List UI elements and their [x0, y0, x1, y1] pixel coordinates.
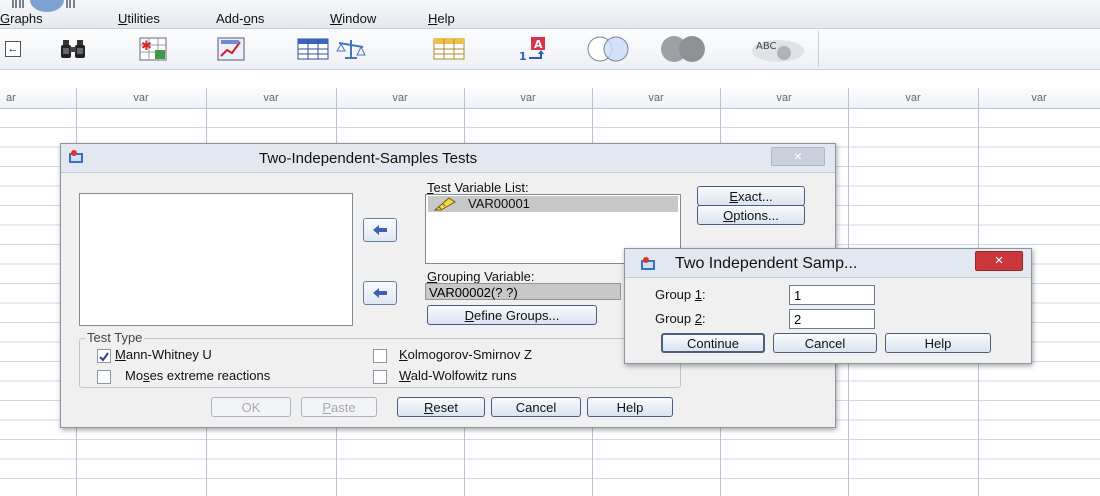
- column-header[interactable]: var: [978, 88, 1100, 108]
- group1-label: Group 1:: [655, 287, 706, 302]
- define-groups-dialog: Two Independent Samp... × Group 1: Group…: [624, 248, 1032, 364]
- dialog-title: Two-Independent-Samples Tests: [259, 150, 478, 167]
- group2-label: Group 2:: [655, 311, 706, 326]
- kolmogorov-smirnov-label: Kolmogorov-Smirnov Z: [399, 347, 532, 362]
- value-labels-icon[interactable]: A1: [516, 34, 550, 64]
- menubar-divider: [15, 0, 17, 8]
- column-header[interactable]: var: [336, 88, 464, 108]
- grouping-variable-label: Grouping Variable:: [427, 269, 535, 284]
- weight-cases-icon[interactable]: [334, 34, 368, 64]
- help-button[interactable]: Help: [885, 333, 991, 353]
- menubar-divider: [12, 0, 14, 8]
- show-all-variables-icon[interactable]: [656, 34, 712, 64]
- move-to-grouping-button[interactable]: [363, 281, 397, 305]
- paste-button[interactable]: Paste: [301, 397, 377, 417]
- menubar-divider: [73, 0, 75, 8]
- toolbar: ← ✱ A1 ABC: [0, 29, 1100, 70]
- spell-check-icon[interactable]: ABC: [748, 34, 808, 64]
- source-variable-list[interactable]: [79, 193, 353, 326]
- split-file-icon[interactable]: [432, 34, 466, 64]
- menubar-divider: [66, 0, 68, 8]
- close-button[interactable]: ×: [975, 251, 1023, 271]
- insert-cases-icon[interactable]: ✱: [136, 34, 170, 64]
- svg-text:✱: ✱: [141, 39, 152, 54]
- svg-text:ABC: ABC: [756, 41, 777, 52]
- use-sets-icon[interactable]: [584, 34, 636, 64]
- cancel-button[interactable]: Cancel: [773, 333, 877, 353]
- options-button[interactable]: Options...: [697, 205, 805, 225]
- svg-text:1: 1: [519, 50, 527, 62]
- menu-graphs[interactable]: Graphs: [0, 11, 43, 26]
- group1-input[interactable]: [789, 285, 875, 305]
- continue-button[interactable]: Continue: [661, 333, 765, 353]
- column-header[interactable]: var: [592, 88, 720, 108]
- menu-help[interactable]: Help: [428, 11, 455, 26]
- kolmogorov-smirnov-checkbox[interactable]: [373, 349, 387, 363]
- mann-whitney-checkbox[interactable]: [97, 349, 111, 363]
- ok-button[interactable]: OK: [211, 397, 291, 417]
- test-variable-item[interactable]: VAR00001: [428, 196, 678, 212]
- wald-wolfowitz-label: Wald-Wolfowitz runs: [399, 368, 517, 383]
- column-header[interactable]: var: [206, 88, 336, 108]
- svg-text:A: A: [534, 38, 543, 51]
- data-grid-icon[interactable]: [296, 34, 330, 64]
- column-header[interactable]: var: [76, 88, 206, 108]
- mann-whitney-label: Mann-Whitney U: [115, 347, 212, 362]
- binoculars-icon[interactable]: [56, 34, 90, 64]
- arrow-left-icon: [373, 225, 387, 235]
- chart-builder-icon[interactable]: [214, 34, 248, 64]
- moses-extreme-label: Moses extreme reactions: [125, 368, 271, 383]
- arrow-left-icon: [373, 288, 387, 298]
- menubar-divider: [69, 0, 71, 8]
- column-header[interactable]: var: [720, 88, 848, 108]
- spss-dialog-icon: [639, 256, 659, 277]
- help-button[interactable]: Help: [587, 397, 673, 417]
- test-type-label: Test Type: [85, 330, 145, 345]
- menubar-divider: [19, 0, 21, 8]
- menu-window[interactable]: Window: [330, 11, 376, 26]
- define-groups-button[interactable]: Define Groups...: [427, 305, 597, 325]
- column-header[interactable]: var: [464, 88, 592, 108]
- spss-dialog-icon: [67, 149, 87, 170]
- reset-button[interactable]: Reset: [397, 397, 485, 417]
- column-header[interactable]: var: [848, 88, 978, 108]
- test-variable-list-label: Test Variable List:: [427, 180, 529, 195]
- cancel-button[interactable]: Cancel: [491, 397, 581, 417]
- go-back-icon[interactable]: ←: [2, 34, 24, 64]
- scale-variable-icon: [434, 197, 456, 211]
- column-header[interactable]: ar: [0, 88, 76, 108]
- moses-extreme-checkbox[interactable]: [97, 370, 111, 384]
- wald-wolfowitz-checkbox[interactable]: [373, 370, 387, 384]
- move-to-test-list-button[interactable]: [363, 218, 397, 242]
- menu-bar: Graphs Utilities Add-ons Window Help: [0, 0, 1100, 29]
- menu-utilities[interactable]: Utilities: [118, 11, 160, 26]
- menubar-divider: [22, 0, 24, 8]
- menu-add-ons[interactable]: Add-ons: [216, 11, 264, 26]
- checkmark-icon: [99, 352, 109, 362]
- group2-input[interactable]: [789, 309, 875, 329]
- close-button[interactable]: ×: [771, 147, 825, 166]
- grouping-variable-field[interactable]: VAR00002(? ?): [425, 283, 621, 300]
- grid-header: ar var var var var var var var var: [0, 88, 1100, 109]
- exact-button[interactable]: Exact...: [697, 186, 805, 206]
- toolbar-separator: [818, 31, 819, 67]
- test-variable-name: VAR00001: [468, 196, 530, 211]
- sub-dialog-title: Two Independent Samp...: [675, 255, 858, 272]
